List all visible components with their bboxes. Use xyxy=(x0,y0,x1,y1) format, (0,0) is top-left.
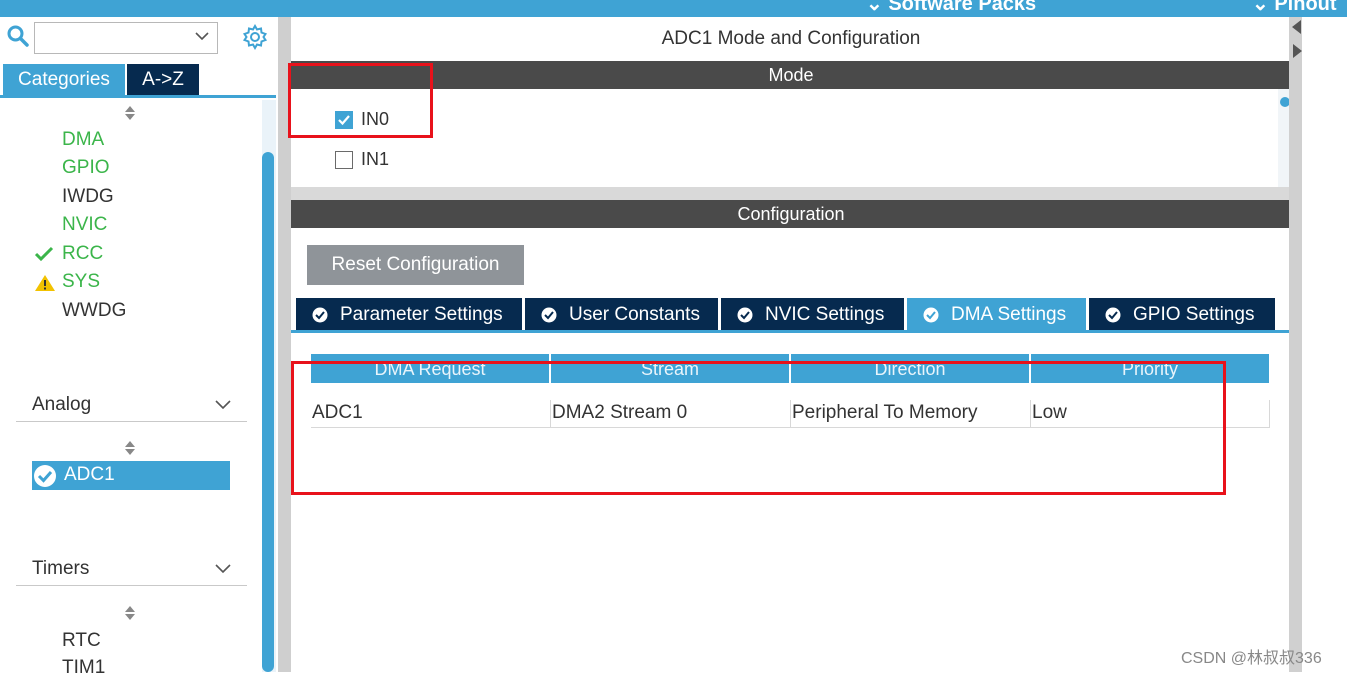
search-input[interactable] xyxy=(34,22,218,54)
tabs-underline xyxy=(0,95,276,98)
check-circle-icon xyxy=(1105,307,1121,323)
sidebar-scrollbar-thumb[interactable] xyxy=(262,152,274,672)
sidebar-item-iwdg[interactable]: IWDG xyxy=(62,186,114,208)
sidebar-item-rcc[interactable]: RCC xyxy=(62,243,103,265)
sidebar-item-sys[interactable]: SYS xyxy=(62,271,100,293)
tab-user-constants[interactable]: User Constants xyxy=(525,298,718,332)
sort-icon[interactable] xyxy=(124,605,136,621)
pinout-label: Pinout xyxy=(1274,0,1337,15)
warning-icon xyxy=(35,275,55,291)
tab-gpio-settings[interactable]: GPIO Settings xyxy=(1089,298,1275,332)
tab-nvic-settings[interactable]: NVIC Settings xyxy=(721,298,904,332)
expand-right-icon[interactable] xyxy=(1292,44,1302,58)
checkbox-label: IN1 xyxy=(361,149,390,169)
tab-label: NVIC Settings xyxy=(765,304,885,325)
tabs-underline xyxy=(291,330,1289,333)
chevron-down-icon[interactable] xyxy=(215,564,231,574)
tab-label: User Constants xyxy=(569,304,700,325)
software-packs-menu[interactable]: ⌄ Software Packs xyxy=(866,0,1036,16)
software-packs-label: Software Packs xyxy=(888,0,1037,15)
annotation-highlight-mode xyxy=(288,63,433,138)
group-analog-label: Analog xyxy=(32,394,92,415)
check-circle-icon xyxy=(34,465,56,487)
pinout-menu[interactable]: ⌄ Pinout xyxy=(1252,0,1337,16)
tab-label: DMA Settings xyxy=(951,304,1067,325)
mode-header: Mode xyxy=(291,61,1291,89)
tab-label: GPIO Settings xyxy=(1133,304,1255,325)
check-circle-icon xyxy=(923,307,939,323)
tab-label: Parameter Settings xyxy=(340,304,503,325)
group-timers[interactable]: Timers xyxy=(16,556,247,586)
chevron-down-icon[interactable] xyxy=(195,32,209,41)
main-scrollbar[interactable] xyxy=(1289,17,1302,672)
page-title: ADC1 Mode and Configuration xyxy=(661,28,921,49)
top-menu-bar: ⌄ Software Packs ⌄ Pinout xyxy=(0,0,1347,17)
configuration-header: Configuration xyxy=(291,200,1291,228)
sidebar-item-adc1[interactable]: ADC1 xyxy=(32,461,230,490)
tab-dma-settings[interactable]: DMA Settings xyxy=(907,298,1086,332)
section-divider xyxy=(291,187,1291,200)
watermark: CSDN @林叔叔336 xyxy=(1181,650,1322,667)
group-timers-label: Timers xyxy=(32,558,90,579)
sidebar-item-tim1[interactable]: TIM1 xyxy=(62,657,105,679)
sort-icon[interactable] xyxy=(124,105,136,121)
sidebar-item-gpio[interactable]: GPIO xyxy=(62,157,110,179)
sidebar-item-rtc[interactable]: RTC xyxy=(62,630,101,652)
check-icon xyxy=(34,246,54,262)
sort-icon[interactable] xyxy=(124,440,136,456)
sidebar-item-dma[interactable]: DMA xyxy=(62,129,104,151)
tab-categories[interactable]: Categories xyxy=(3,64,125,95)
group-analog[interactable]: Analog xyxy=(16,392,247,422)
chevron-down-icon: ⌄ xyxy=(1252,0,1275,15)
gear-icon[interactable] xyxy=(242,24,268,50)
collapse-left-icon[interactable] xyxy=(1292,20,1302,34)
sidebar-item-wwdg[interactable]: WWDG xyxy=(62,300,126,322)
chevron-down-icon: ⌄ xyxy=(866,0,889,15)
checkbox-unchecked-icon[interactable] xyxy=(335,151,353,169)
reset-configuration-button[interactable]: Reset Configuration xyxy=(307,245,524,285)
tab-a-to-z[interactable]: A->Z xyxy=(127,64,199,95)
tab-parameter-settings[interactable]: Parameter Settings xyxy=(296,298,522,332)
check-circle-icon xyxy=(541,307,557,323)
chevron-down-icon[interactable] xyxy=(215,400,231,410)
sidebar-item-nvic[interactable]: NVIC xyxy=(62,214,107,236)
check-circle-icon xyxy=(312,307,328,323)
check-circle-icon xyxy=(737,307,753,323)
annotation-highlight-dma-table xyxy=(291,361,1226,495)
sidebar-item-label: ADC1 xyxy=(64,464,115,485)
search-icon[interactable] xyxy=(7,25,29,47)
